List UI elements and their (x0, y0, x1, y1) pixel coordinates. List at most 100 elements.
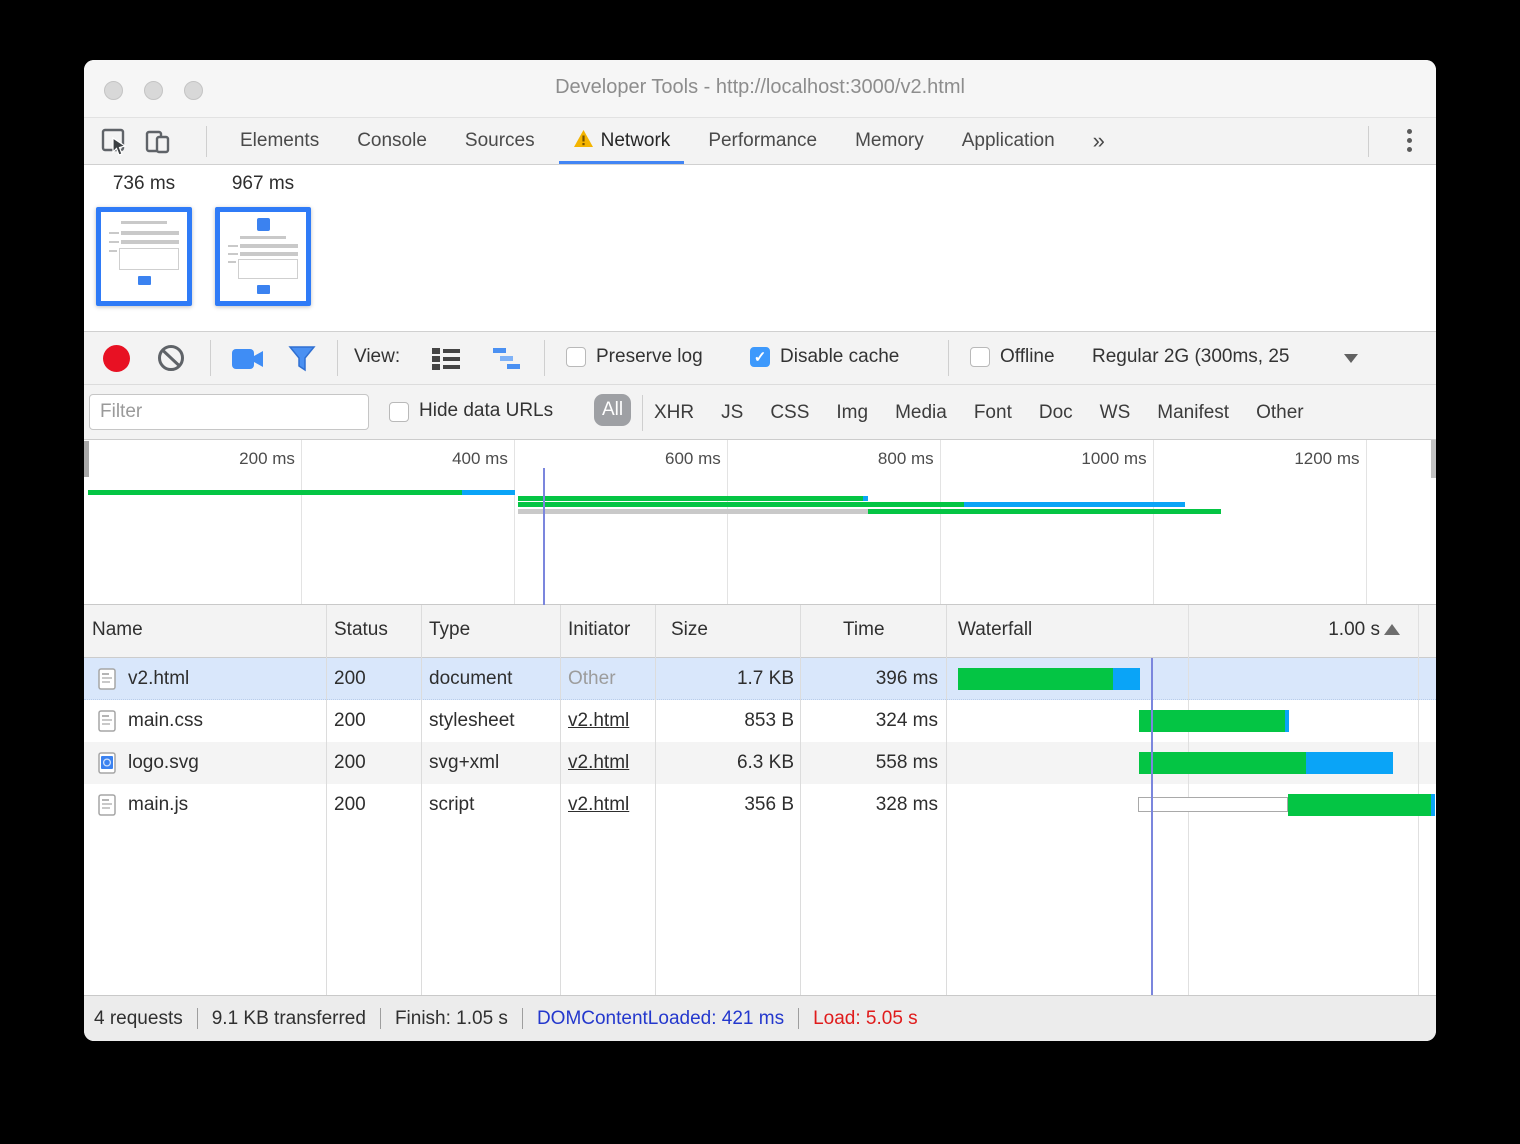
show-overview-icon[interactable] (492, 347, 522, 371)
divider (206, 126, 207, 157)
column-header-size[interactable]: Size (671, 619, 708, 641)
more-tabs-button[interactable]: » (1093, 118, 1105, 164)
throttling-select[interactable]: Regular 2G (300ms, 25 (1092, 346, 1340, 368)
waterfall-waiting-segment (1138, 797, 1288, 812)
request-name[interactable]: main.js (128, 784, 188, 826)
waterfall-green-segment (958, 668, 1113, 690)
large-request-rows-icon[interactable] (431, 347, 461, 371)
request-name[interactable]: main.css (128, 700, 203, 742)
hide-data-urls-label[interactable]: Hide data URLs (419, 400, 553, 422)
tab-elements[interactable]: Elements (240, 118, 319, 164)
overview-tick-label: 1000 ms (1037, 449, 1147, 469)
filter-type-js[interactable]: JS (721, 402, 743, 424)
requests-count: 4 requests (94, 1008, 183, 1030)
clear-button[interactable] (156, 343, 186, 373)
request-type: stylesheet (429, 700, 515, 742)
request-initiator-link[interactable]: v2.html (568, 742, 629, 784)
overview-tick-label: 200 ms (185, 449, 295, 469)
request-name[interactable]: v2.html (128, 658, 189, 700)
disable-cache-label[interactable]: Disable cache (780, 346, 899, 368)
tab-console[interactable]: Console (357, 118, 427, 164)
request-initiator-link[interactable]: v2.html (568, 784, 629, 826)
overview-right-handle[interactable] (1431, 440, 1436, 478)
divider (948, 340, 949, 376)
column-header-initiator[interactable]: Initiator (568, 619, 630, 641)
column-header-time[interactable]: Time (843, 619, 885, 641)
overview-request-bar (518, 496, 863, 501)
frame-thumbnail[interactable] (215, 207, 311, 306)
request-row-logo-svg[interactable]: logo.svg 200 svg+xml v2.html 6.3 KB 558 … (84, 742, 1436, 784)
overview-request-bar (88, 490, 462, 495)
filter-type-xhr[interactable]: XHR (654, 402, 694, 424)
filter-type-ws[interactable]: WS (1100, 402, 1131, 424)
divider (380, 1008, 381, 1029)
request-status: 200 (334, 700, 366, 742)
overview-gridline (1366, 440, 1367, 604)
filter-funnel-icon[interactable] (287, 344, 317, 374)
overview-request-bar (964, 502, 1184, 507)
hide-data-urls-checkbox[interactable] (389, 402, 409, 422)
device-toolbar-icon[interactable] (144, 128, 172, 156)
divider (522, 1008, 523, 1029)
overview-gridline (940, 440, 941, 604)
request-row-v2-html[interactable]: v2.html 200 document Other 1.7 KB 396 ms (84, 658, 1436, 700)
filter-type-css[interactable]: CSS (770, 402, 809, 424)
filter-type-media[interactable]: Media (895, 402, 947, 424)
overview-gridline (1153, 440, 1154, 604)
network-toolbar: View: Preserve log ✓ Disable cache Offli… (84, 332, 1436, 385)
image-file-icon (98, 752, 116, 774)
frame-thumbnail[interactable] (96, 207, 192, 306)
request-row-main-css[interactable]: main.css 200 stylesheet v2.html 853 B 32… (84, 700, 1436, 742)
request-initiator-link[interactable]: v2.html (568, 700, 629, 742)
request-size: 356 B (644, 784, 794, 826)
request-status: 200 (334, 742, 366, 784)
throttling-caret-icon[interactable] (1344, 354, 1358, 363)
request-row-main-js[interactable]: main.js 200 script v2.html 356 B 328 ms (84, 784, 1436, 826)
filter-type-img[interactable]: Img (836, 402, 868, 424)
offline-checkbox[interactable] (970, 347, 990, 367)
filter-type-other[interactable]: Other (1256, 402, 1304, 424)
preserve-log-checkbox[interactable] (566, 347, 586, 367)
filter-type-all[interactable]: All (594, 394, 631, 426)
record-button[interactable] (103, 345, 130, 372)
overview-gridline (301, 440, 302, 604)
filmstrip-frame-1[interactable]: 736 ms (96, 173, 192, 306)
preserve-log-label[interactable]: Preserve log (596, 346, 703, 368)
divider (544, 340, 545, 376)
offline-label[interactable]: Offline (1000, 346, 1055, 368)
divider (642, 395, 643, 431)
filter-type-doc[interactable]: Doc (1039, 402, 1073, 424)
filter-input[interactable] (89, 394, 369, 430)
tab-performance[interactable]: Performance (708, 118, 817, 164)
waterfall-green-segment (1288, 794, 1431, 816)
tab-memory[interactable]: Memory (855, 118, 924, 164)
devtools-menu-button[interactable] (1406, 129, 1412, 155)
overview-left-handle[interactable] (84, 441, 89, 477)
tab-application[interactable]: Application (962, 118, 1055, 164)
inspect-element-icon[interactable] (101, 128, 129, 156)
overview-timeline[interactable]: 200 ms400 ms600 ms800 ms1000 ms1200 ms (84, 440, 1436, 605)
waterfall-scale-label[interactable]: 1.00 s (1300, 619, 1400, 641)
disable-cache-checkbox[interactable]: ✓ (750, 347, 770, 367)
column-header-name[interactable]: Name (92, 619, 143, 641)
filter-type-font[interactable]: Font (974, 402, 1012, 424)
overview-request-bar (462, 490, 515, 495)
panel-tabs: Elements Console Sources Network Perform… (240, 118, 1105, 164)
filter-type-manifest[interactable]: Manifest (1157, 402, 1229, 424)
column-header-type[interactable]: Type (429, 619, 470, 641)
request-size: 6.3 KB (644, 742, 794, 784)
active-tab-underline (559, 161, 685, 164)
overview-gridline (514, 440, 515, 604)
column-header-status[interactable]: Status (334, 619, 388, 641)
column-header-waterfall[interactable]: Waterfall (958, 619, 1032, 641)
tab-sources[interactable]: Sources (465, 118, 535, 164)
waterfall-green-segment (1139, 752, 1306, 774)
document-file-icon (98, 668, 116, 690)
request-name[interactable]: logo.svg (128, 742, 199, 784)
tab-network[interactable]: Network (573, 118, 671, 164)
filmstrip-frame-2[interactable]: 967 ms (215, 173, 311, 306)
request-size: 1.7 KB (644, 658, 794, 700)
capture-screenshots-icon[interactable] (231, 347, 265, 371)
divider (798, 1008, 799, 1029)
overview-tick-label: 800 ms (824, 449, 934, 469)
